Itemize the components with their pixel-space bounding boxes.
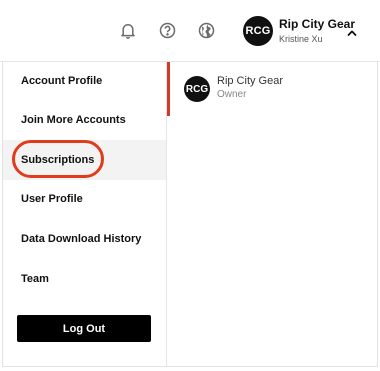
account-avatar: RCG <box>243 16 273 46</box>
account-switcher[interactable]: RCG Rip City Gear Kristine Xu <box>243 16 363 48</box>
account-avatar: RCG <box>184 76 210 102</box>
menu-item-data-download-history[interactable]: Data Download History <box>3 219 166 259</box>
menu-item-account-profile[interactable]: Account Profile <box>3 61 166 101</box>
account-user-name: Kristine Xu <box>279 34 323 44</box>
globe-icon[interactable] <box>197 21 215 39</box>
account-list-name: Rip City Gear <box>217 75 284 87</box>
account-list-item[interactable]: RCG Rip City Gear Owner <box>167 62 379 116</box>
account-list: RCG Rip City Gear Owner <box>167 62 379 366</box>
account-menu: Account Profile Join More Accounts Subsc… <box>3 62 167 366</box>
log-out-button[interactable]: Log Out <box>17 315 151 342</box>
account-name: Rip City Gear <box>279 17 356 31</box>
menu-item-join-more-accounts[interactable]: Join More Accounts <box>3 100 166 140</box>
chevron-up-icon[interactable] <box>346 25 358 36</box>
bell-icon[interactable] <box>119 21 137 39</box>
menu-item-subscriptions[interactable]: Subscriptions <box>3 140 166 180</box>
menu-item-user-profile[interactable]: User Profile <box>3 179 166 219</box>
top-bar: RCG Rip City Gear Kristine Xu <box>0 0 380 62</box>
help-icon[interactable] <box>158 21 176 39</box>
account-list-role: Owner <box>217 89 247 100</box>
account-menu-panel: Account Profile Join More Accounts Subsc… <box>2 62 378 367</box>
menu-item-team[interactable]: Team <box>3 259 166 299</box>
